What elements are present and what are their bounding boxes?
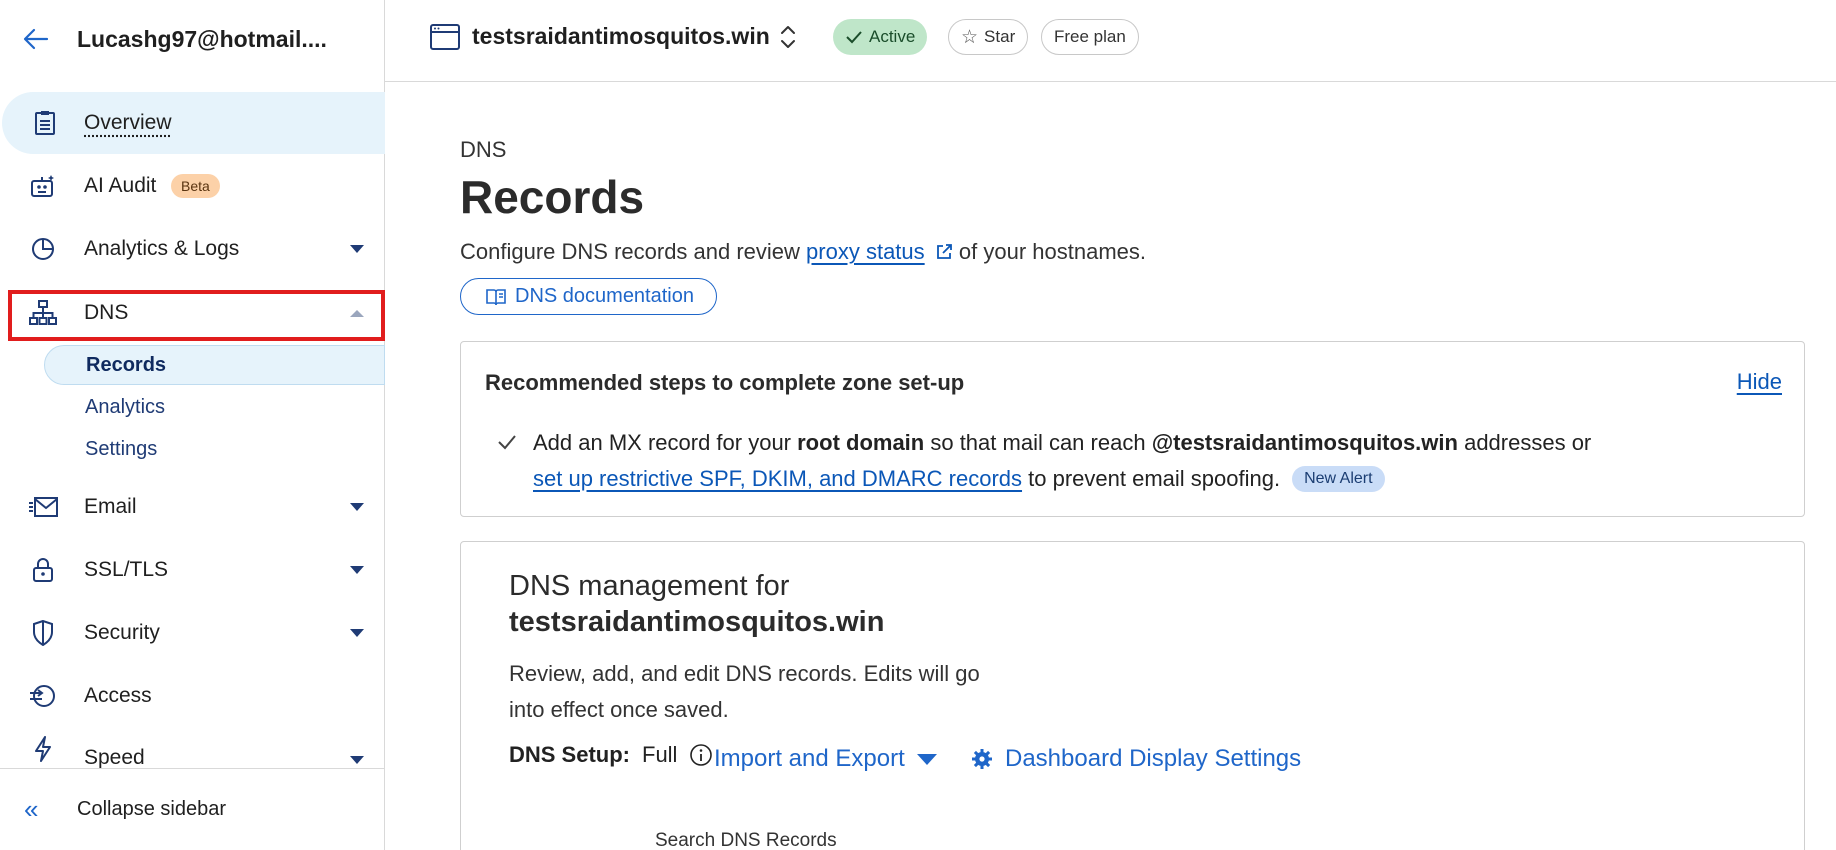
hide-link[interactable]: Hide <box>1737 369 1782 395</box>
import-export-button[interactable]: Import and Export <box>714 745 937 773</box>
step-text-part: so that mail can reach <box>924 430 1152 455</box>
lock-icon <box>28 555 58 585</box>
sidebar-item-access[interactable]: Access <box>0 665 385 727</box>
double-chevron-left-icon: « <box>24 794 39 824</box>
step-text: Add an MX record for your root domain so… <box>533 430 1591 456</box>
import-export-label: Import and Export <box>714 745 905 772</box>
robot-icon <box>28 171 58 201</box>
dns-management-description: Review, add, and edit DNS records. Edits… <box>509 661 980 722</box>
desc-text-tail: of your hostnames. <box>952 239 1146 264</box>
plan-badge[interactable]: Free plan <box>1041 19 1139 55</box>
proxy-status-link[interactable]: proxy status <box>806 239 925 264</box>
sidebar-item-label: Access <box>84 684 152 707</box>
sidebar-item-label: AI Audit <box>84 174 157 197</box>
breadcrumb: DNS <box>460 137 507 162</box>
bolt-icon <box>28 734 58 764</box>
envelope-icon <box>28 492 58 522</box>
collapse-sidebar-button[interactable]: « Collapse sidebar <box>0 768 385 850</box>
chevron-down-icon[interactable] <box>350 245 364 253</box>
dns-documentation-button[interactable]: DNS documentation <box>460 278 717 315</box>
page-title: Records <box>460 171 645 223</box>
dashboard-display-settings-label: Dashboard Display Settings <box>1005 745 1302 772</box>
sidebar-item-label: Analytics & Logs <box>84 237 240 260</box>
sidebar-item-ssl-tls[interactable]: SSL/TLS <box>0 539 385 601</box>
external-link-icon[interactable] <box>935 243 953 261</box>
status-badge: Active <box>833 19 928 55</box>
info-icon[interactable] <box>689 743 713 767</box>
spf-dkim-dmarc-link[interactable]: set up restrictive SPF, DKIM, and DMARC … <box>533 466 1022 492</box>
star-button[interactable]: ☆ Star <box>948 19 1029 55</box>
chevron-down-icon[interactable] <box>350 503 364 511</box>
sidebar-item-speed[interactable]: Speed <box>0 728 385 768</box>
sidebar-item-label: SSL/TLS <box>84 558 169 581</box>
account-name[interactable]: Lucashg97@hotmail.... <box>77 26 327 53</box>
star-icon: ☆ <box>961 26 979 48</box>
dns-management-zone: testsraidantimosquitos.win <box>509 606 885 638</box>
dns-setup-value: Full <box>642 742 678 767</box>
new-alert-badge: New Alert <box>1292 466 1385 492</box>
zone-name[interactable]: testsraidantimosquitos.win <box>472 23 770 50</box>
back-arrow-icon[interactable] <box>22 25 50 53</box>
collapse-sidebar-label: Collapse sidebar <box>77 798 226 820</box>
step-text-part: Add an MX record for your <box>533 430 798 455</box>
check-icon <box>846 31 862 44</box>
step-text-line2: set up restrictive SPF, DKIM, and DMARC … <box>533 466 1385 492</box>
browser-window-icon <box>430 24 460 55</box>
pie-chart-icon <box>28 234 58 264</box>
access-icon <box>28 681 58 711</box>
steps-title: Recommended steps to complete zone set-u… <box>485 370 965 395</box>
status-label: Active <box>869 27 916 46</box>
dns-documentation-label: DNS documentation <box>515 285 694 307</box>
sidebar-item-email[interactable]: Email <box>0 476 385 538</box>
plan-label: Free plan <box>1054 27 1126 46</box>
dns-highlight-box <box>8 290 385 341</box>
shield-icon <box>28 618 58 648</box>
dns-setup: DNS Setup: Full <box>509 742 713 768</box>
sidebar-subitem-label: Records <box>86 353 167 376</box>
recommended-steps-card: Recommended steps to complete zone set-u… <box>460 341 1805 517</box>
chevron-down-icon[interactable] <box>350 756 364 764</box>
step-text-bold: @testsraidantimosquitos.win <box>1151 430 1458 455</box>
caret-down-icon <box>916 753 937 765</box>
sidebar-subitem-records[interactable]: Records <box>44 345 385 385</box>
sidebar: Lucashg97@hotmail.... Overview AI Audit … <box>0 0 385 850</box>
sidebar-item-ai-audit[interactable]: AI Audit Beta <box>0 155 385 217</box>
desc-text: Configure DNS records and review <box>460 239 807 264</box>
sidebar-item-label: Overview <box>84 111 172 134</box>
sidebar-item-label: Security <box>84 621 160 644</box>
sidebar-item-label: Speed <box>84 746 145 768</box>
page-description: Configure DNS records and review proxy s… <box>460 239 1146 265</box>
gear-icon <box>972 749 992 769</box>
sidebar-header: Lucashg97@hotmail.... <box>0 0 384 78</box>
clipboard-icon <box>30 108 60 138</box>
sidebar-item-security[interactable]: Security <box>0 602 385 664</box>
search-dns-records-label: Search DNS Records <box>655 830 837 850</box>
step-text-bold: root domain <box>797 430 925 455</box>
top-bar: testsraidantimosquitos.win Active ☆ Star… <box>385 0 1836 82</box>
sidebar-item-label: Email <box>84 495 137 518</box>
step-text-part: addresses or <box>1457 430 1592 455</box>
dns-setup-label: DNS Setup: <box>509 742 630 767</box>
step-text-part: to prevent email spoofing. <box>1022 466 1281 491</box>
star-label: Star <box>984 27 1016 46</box>
dns-management-heading: DNS management for <box>509 570 790 602</box>
sidebar-subitem-label: Settings <box>85 437 158 460</box>
sidebar-subitem-settings[interactable]: Settings <box>44 429 385 469</box>
sidebar-subitem-analytics[interactable]: Analytics <box>44 387 385 427</box>
check-icon <box>497 434 517 455</box>
dns-management-card: DNS management for testsraidantimosquito… <box>460 541 1805 850</box>
chevron-down-icon[interactable] <box>350 566 364 574</box>
book-icon <box>486 288 506 305</box>
sidebar-item-analytics-logs[interactable]: Analytics & Logs <box>0 218 385 280</box>
sidebar-subitem-label: Analytics <box>85 395 166 418</box>
beta-badge: Beta <box>171 174 220 198</box>
main-content: DNS Records Configure DNS records and re… <box>385 82 1836 850</box>
chevron-down-icon[interactable] <box>350 629 364 637</box>
dashboard-display-settings-button[interactable]: Dashboard Display Settings <box>971 745 1301 773</box>
sidebar-item-overview[interactable]: Overview <box>2 92 385 154</box>
zone-switcher-icon[interactable] <box>778 23 798 56</box>
